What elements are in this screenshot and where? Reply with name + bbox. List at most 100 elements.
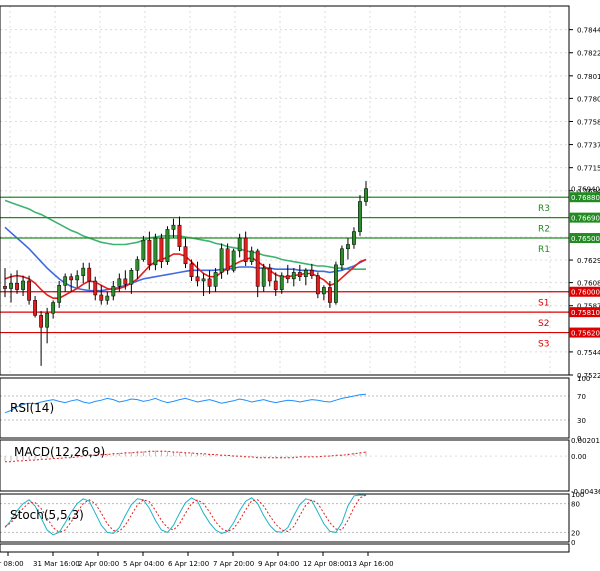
candle-body (159, 237, 164, 262)
candle-body (189, 263, 194, 277)
candle-body (165, 229, 170, 262)
candle-body (135, 259, 140, 271)
candle-body (93, 280, 98, 296)
candle-body (111, 286, 116, 297)
candle-body (141, 239, 146, 260)
candle-body (105, 295, 110, 301)
candle-body (261, 267, 266, 287)
rsi-title: RSI(14) (10, 401, 54, 415)
level-name-r2: R2 (538, 225, 550, 235)
candle-body (219, 248, 224, 273)
candle-body (267, 267, 272, 282)
candle-body (255, 250, 260, 287)
candle-body (51, 302, 56, 314)
candle-body (207, 278, 212, 287)
candle-body (231, 250, 236, 271)
time-tick-label: 5 Apr 04:00 (123, 560, 164, 568)
candle-body (327, 287, 332, 303)
candle-body (123, 278, 128, 285)
candle-body (195, 276, 200, 282)
candle-body (33, 300, 37, 316)
time-tick-label: 2 Apr 00:00 (78, 560, 119, 568)
trading-chart[interactable]: R3 R2 R1 S1 S2 S3 0.78440 0.78225 0.78010 0.7780… (0, 0, 600, 571)
time-tick-label: 9 Apr 04:00 (258, 560, 299, 568)
time-tick-label: Mar 08:00 (0, 560, 24, 568)
candle-body (147, 239, 152, 266)
price-tick-label: 0.77800 (577, 95, 600, 103)
current-price-label: 0.76940 (571, 186, 600, 194)
candle-body (358, 201, 362, 232)
candle-body (177, 224, 182, 247)
price-tick-label: 0.77155 (577, 165, 600, 173)
candle-body (364, 188, 368, 202)
candle-body (225, 248, 230, 271)
level-name-r3: R3 (538, 204, 550, 214)
candle-body (117, 278, 122, 287)
candle-body (291, 272, 296, 280)
price-tick-label: 0.77585 (577, 118, 600, 126)
candle-body (63, 276, 68, 286)
candle-body (153, 237, 158, 266)
time-tick-label: 12 Apr 08:00 (303, 560, 349, 568)
candle-body (99, 294, 104, 301)
level-price-label: 0.76000 (571, 289, 600, 297)
candle-body (69, 276, 74, 281)
candle-body (81, 267, 86, 276)
rsi-tick-label: 70 (577, 393, 586, 401)
candle-body (297, 272, 302, 277)
candle-body (285, 275, 290, 280)
candle-body (39, 315, 44, 328)
macd-title: MACD(12,26,9) (14, 445, 105, 459)
rsi-tick-label: 100 (577, 375, 590, 383)
candle-body (129, 270, 134, 285)
price-tick-label: 0.77370 (577, 142, 600, 150)
candle-body (273, 280, 278, 290)
candle-body (309, 270, 314, 276)
candle-body (279, 275, 284, 290)
level-price-label: 0.75810 (571, 309, 600, 317)
candle-body (321, 287, 326, 295)
candle-body (45, 312, 50, 328)
candle-body (213, 272, 218, 287)
candle-body (75, 275, 80, 281)
price-tick-label: 0.78440 (577, 27, 600, 35)
candle-body (183, 246, 188, 265)
candle-body (352, 231, 356, 245)
price-tick-label: 0.78225 (577, 50, 600, 58)
level-name-s1: S1 (538, 299, 549, 309)
level-price-label: 0.75620 (571, 330, 600, 338)
macd-tick-label: 0.002014 (571, 437, 600, 445)
level-price-label: 0.76500 (571, 235, 600, 243)
price-tick-label: 0.78010 (577, 73, 600, 81)
time-tick-label: 31 Mar 16:00 (33, 560, 80, 568)
candle-body (9, 282, 13, 289)
stoch-tick-label: 100 (571, 491, 584, 499)
rsi-tick-label: 30 (577, 417, 586, 425)
candle-body (243, 237, 248, 262)
candle-body (87, 267, 92, 282)
candle-body (303, 270, 308, 277)
level-name-s3: S3 (538, 340, 549, 350)
candle-body (315, 275, 320, 295)
price-tick-label: 0.75440 (577, 349, 600, 357)
candle-body (340, 248, 344, 266)
candle-body (21, 280, 25, 290)
level-name-r1: R1 (538, 245, 550, 255)
price-tick-label: 0.76085 (577, 280, 600, 288)
macd-tick-label: 0.00 (571, 453, 587, 461)
level-price-label: 0.76880 (571, 194, 600, 202)
time-tick-label: 6 Apr 12:00 (168, 560, 209, 568)
candle-body (201, 278, 206, 282)
candle-body (249, 250, 254, 262)
candle-body (334, 264, 338, 303)
candle-body (3, 286, 7, 289)
time-tick-label: 7 Apr 20:00 (213, 560, 254, 568)
price-tick-label: 0.76295 (577, 257, 600, 265)
candle-body (57, 285, 62, 303)
stoch-title: Stoch(5,5,3) (10, 508, 84, 522)
candle-body (171, 224, 176, 230)
level-name-s2: S2 (538, 319, 549, 329)
stoch-tick-label: 20 (571, 529, 580, 537)
candle-body (15, 282, 19, 290)
time-tick-label: 13 Apr 16:00 (348, 560, 394, 568)
